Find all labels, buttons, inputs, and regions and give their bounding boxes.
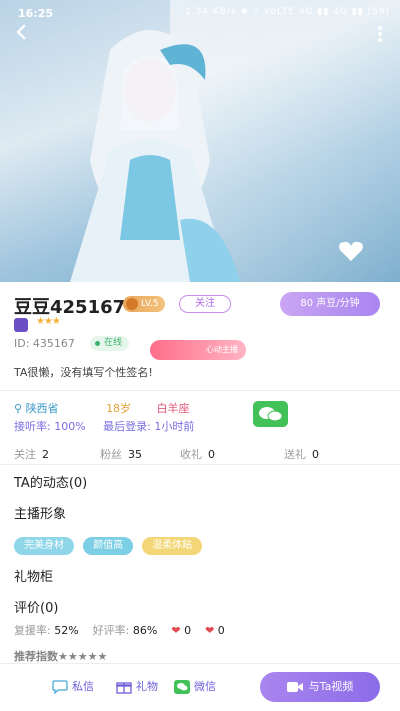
stat-value: 35 [128, 448, 142, 461]
rating-row: 复援率: 52% 好评率: 86% ❤ 0 ❤ 0 [14, 622, 225, 638]
tag-chip: 颜值高 [83, 537, 134, 555]
cosplay-figure-image [70, 30, 240, 282]
recommend-index-peek: 推荐指数★★★★★ [14, 650, 108, 663]
price-per-minute-badge: 80 声豆/分钟 [280, 292, 380, 316]
stat-value: 0 [208, 448, 215, 461]
wechat-icon[interactable] [253, 401, 288, 427]
answer-rate-text: 接听率: 100% [14, 420, 86, 433]
message-button[interactable]: 私信 [52, 678, 94, 694]
stat-value: 2 [42, 448, 49, 461]
more-options-icon[interactable] [370, 24, 390, 44]
status-time: 16:25 [18, 7, 54, 20]
like-heart-icon[interactable] [338, 240, 364, 262]
status-bar: 16:25 1.34 KB/s ✱ ⚡ VoLTE 4G ▮▮ 4G ▮▮ (5… [0, 0, 400, 26]
heart-anchor-badge: 心动主播 [150, 340, 246, 360]
bottom-action-bar: 私信 礼物 微信 与Ta视频 [0, 663, 400, 711]
section-reviews-title[interactable]: 评价(0) [14, 597, 58, 616]
activity-info-row: 接听率: 100% 最后登录: 1小时前 [14, 418, 208, 434]
online-status-badge: 在线 [90, 336, 130, 351]
tag-list: 完美身材 颜值高 温柔体贴 [14, 533, 206, 555]
level-crown-icon [126, 298, 138, 310]
status-indicators: 1.34 KB/s ✱ ⚡ VoLTE 4G ▮▮ 4G ▮▮ (59) [184, 7, 390, 17]
reply-rate-label: 复援率: [14, 624, 51, 637]
heart-count: 0 [184, 624, 192, 637]
last-login-text: 最后登录: 1小时前 [103, 420, 195, 433]
gift-button[interactable]: 礼物 [116, 678, 158, 694]
location-value: 陕西省 [25, 402, 59, 415]
wechat-button[interactable]: 微信 [174, 678, 216, 694]
stat-label: 粉丝 [100, 448, 122, 461]
star-rating: ★★★ [36, 316, 61, 327]
stat-label: 关注 [14, 448, 36, 461]
broken-heart-icon: ❤ [205, 624, 215, 637]
video-camera-icon [286, 682, 303, 692]
stat-following[interactable]: 关注 2 [14, 446, 49, 462]
section-dynamics-title[interactable]: TA的动态(0) [14, 472, 87, 491]
level-text: LV.5 [141, 299, 159, 309]
stat-gifts-received[interactable]: 收礼 0 [180, 446, 215, 462]
chat-bubble-icon [52, 680, 68, 694]
wechat-small-icon [174, 680, 190, 694]
divider [0, 464, 400, 465]
stat-value: 0 [312, 448, 319, 461]
gift-box-icon [116, 682, 132, 694]
basic-info-row: ⚲ 陕西省 18岁 白羊座 [14, 400, 212, 416]
reply-rate-value: 52% [54, 624, 79, 637]
good-rate-label: 好评率: [92, 624, 130, 637]
gift-label: 礼物 [136, 680, 158, 693]
user-id: ID: 435167 [14, 337, 75, 350]
tag-chip: 完美身材 [14, 537, 74, 555]
good-rate-value: 86% [132, 624, 158, 637]
section-gifts-title[interactable]: 礼物柜 [14, 566, 53, 585]
broken-heart-count: 0 [217, 624, 225, 637]
video-call-label: 与Ta视频 [308, 680, 354, 693]
zodiac-text: 白羊座 [156, 402, 190, 415]
rank-medal-icon [14, 318, 28, 332]
anchor-name: 豆豆425167 [14, 297, 126, 318]
age-text: 18岁 [106, 402, 132, 415]
message-label: 私信 [72, 680, 94, 693]
divider [0, 390, 400, 391]
heart-icon: ❤ [171, 624, 181, 637]
stat-fans[interactable]: 粉丝 35 [100, 446, 142, 462]
follow-button[interactable]: 关注 [179, 295, 231, 313]
wechat-label: 微信 [194, 680, 216, 693]
location-text: ⚲ 陕西省 [14, 402, 59, 415]
section-image-title: 主播形象 [14, 507, 67, 522]
signature-text: TA很懒，没有填写个性签名! [14, 366, 153, 379]
tag-chip: 温柔体贴 [142, 537, 203, 555]
cover-photo: 16:25 1.34 KB/s ✱ ⚡ VoLTE 4G ▮▮ 4G ▮▮ (5… [0, 0, 400, 282]
stat-label: 收礼 [180, 448, 202, 461]
stat-label: 送礼 [284, 448, 306, 461]
back-arrow-icon[interactable] [12, 22, 32, 42]
video-call-button[interactable]: 与Ta视频 [260, 672, 380, 702]
stat-gifts-sent[interactable]: 送礼 0 [284, 446, 319, 462]
level-badge: LV.5 [123, 296, 165, 312]
